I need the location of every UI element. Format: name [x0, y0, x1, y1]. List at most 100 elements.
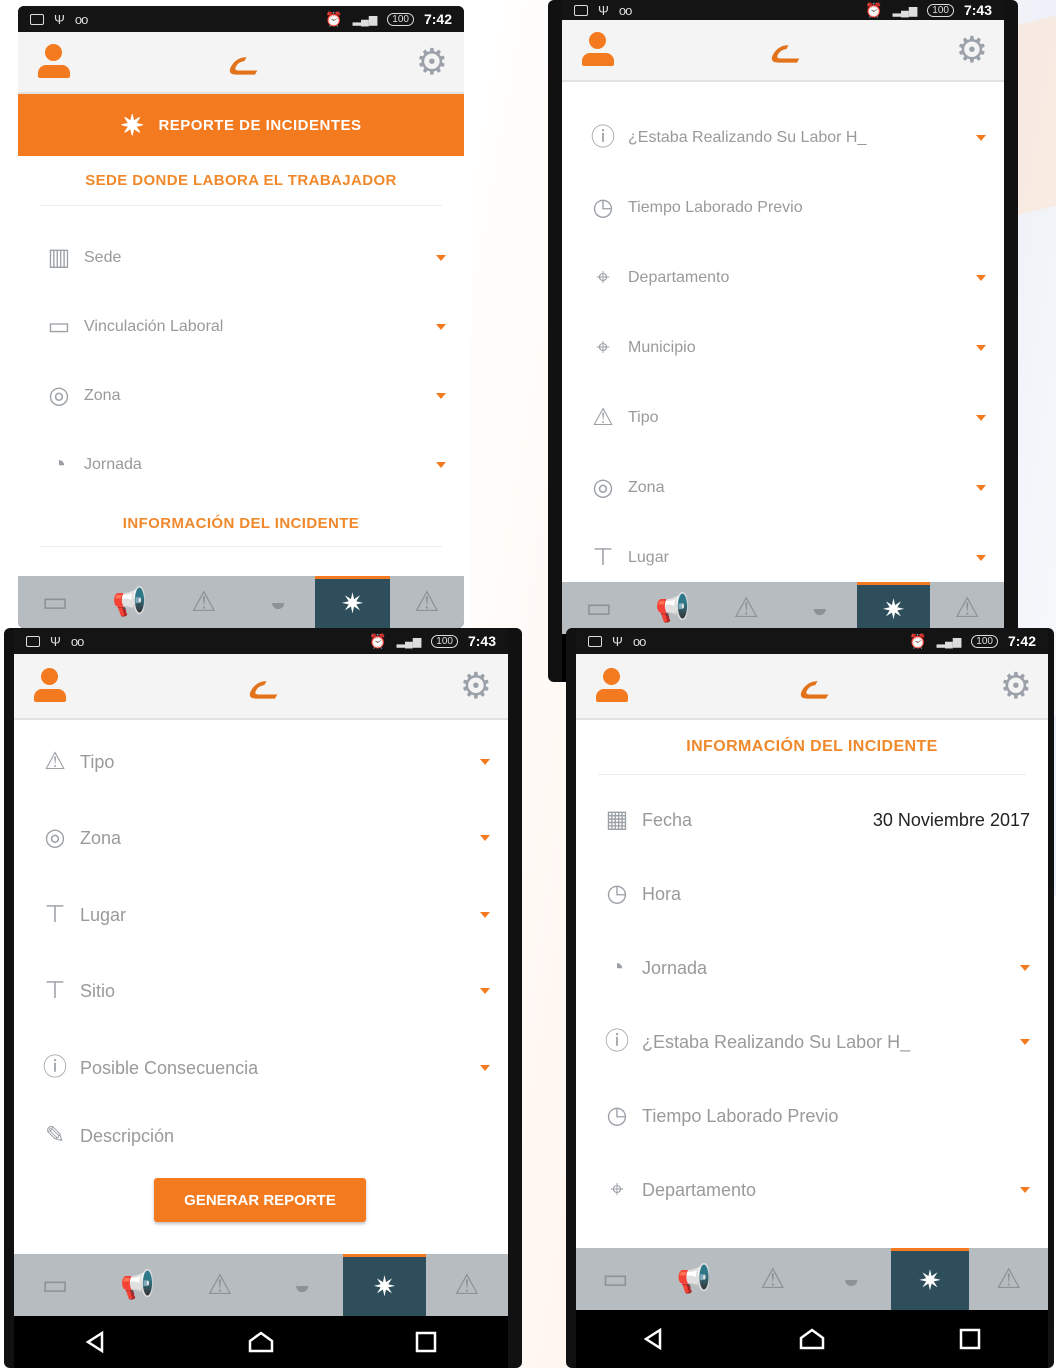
signal-icon: ▂▄▆ [352, 13, 378, 26]
fecha-field[interactable]: ▦ Fecha 30 Noviembre 2017 [598, 808, 1030, 832]
form-content: ✷ REPORTE DE INCIDENTES SEDE DONDE LABOR… [18, 94, 464, 576]
tipo-select[interactable]: ⚠ Tipo [36, 750, 490, 774]
field-label: Descripción [80, 1125, 175, 1146]
hazard-tab-icon[interactable]: ⚠ [179, 1254, 261, 1316]
dropdown-caret-icon [436, 393, 446, 399]
question-icon: ⓘ [605, 1028, 629, 1055]
lugar-select[interactable]: ⊤ Lugar [36, 903, 490, 927]
sede-select[interactable]: ▥ Sede [40, 246, 446, 270]
section-title: INFORMACIÓN DEL INCIDENTE [686, 738, 938, 755]
incident-icon: ✷ [120, 109, 145, 141]
incident-tab-icon[interactable]: ✷ [890, 1248, 970, 1310]
tiempo-previo-field[interactable]: ◷ Tiempo Laborado Previo [584, 196, 986, 220]
jornada-select[interactable]: ◔ Jornada [40, 453, 446, 477]
consecuencia-select[interactable]: ⓘ Posible Consecuencia [36, 1056, 490, 1080]
home-icon[interactable] [798, 1327, 826, 1351]
chat-tab-icon[interactable]: ▭ [562, 582, 636, 634]
battery-icon: 100 [971, 634, 998, 648]
gear-icon[interactable]: ⚙ [1000, 668, 1032, 704]
departamento-select[interactable]: ⌖ Departamento [584, 266, 986, 290]
dropdown-caret-icon [436, 462, 446, 468]
alert-tab-icon[interactable]: ⚠ [390, 576, 464, 628]
gear-icon[interactable]: ⚙ [460, 668, 492, 704]
app-header: ᓚ ⚙ [14, 654, 508, 720]
zona-select[interactable]: ◎ Zona [40, 384, 446, 408]
android-navbar [576, 1310, 1048, 1368]
incident-tab-icon[interactable]: ✷ [315, 576, 390, 628]
incident-tab-icon[interactable]: ✷ [343, 1254, 426, 1316]
back-icon[interactable] [84, 1330, 108, 1354]
descripcion-input[interactable]: ✎ Descripción [36, 1124, 490, 1148]
field-label: Zona [80, 827, 122, 848]
bottom-tabbar: ▭ 📢 ⚠ ◒ ✷ ⚠ [14, 1254, 508, 1316]
recents-icon[interactable] [958, 1327, 982, 1351]
banner-title: REPORTE DE INCIDENTES [158, 116, 362, 134]
building-icon: ▥ [47, 244, 71, 271]
chat-tab-icon[interactable]: ▭ [576, 1248, 655, 1310]
megaphone-tab-icon[interactable]: 📢 [655, 1248, 734, 1310]
field-label: ¿Estaba Realizando Su Labor H_ [628, 129, 867, 146]
screenshot-icon [26, 635, 40, 647]
divider [40, 546, 442, 547]
clock-icon: ◷ [592, 194, 614, 221]
field-label: Jornada [84, 456, 142, 473]
user-icon[interactable] [578, 32, 618, 68]
field-label: ¿Estaba Realizando Su Labor H_ [642, 1031, 911, 1052]
battery-icon: 100 [927, 3, 954, 17]
user-icon[interactable] [592, 668, 632, 704]
calendar-icon: ▦ [605, 806, 629, 833]
zona-select[interactable]: ◎ Zona [36, 826, 490, 850]
field-label: Zona [628, 479, 665, 496]
vinculacion-select[interactable]: ▭ Vinculación Laboral [40, 315, 446, 339]
helmet-tab-icon[interactable]: ◒ [241, 576, 315, 628]
incident-tab-icon[interactable]: ✷ [856, 582, 931, 634]
chat-tab-icon[interactable]: ▭ [18, 576, 92, 628]
alert-tab-icon[interactable]: ⚠ [930, 582, 1004, 634]
alert-tab-icon[interactable]: ⚠ [426, 1254, 508, 1316]
dropdown-caret-icon [976, 345, 986, 351]
field-label: Lugar [628, 549, 669, 566]
labor-habitual-select[interactable]: ⓘ ¿Estaba Realizando Su Labor H_ [584, 126, 986, 150]
home-icon[interactable] [247, 1330, 275, 1354]
screenshot-icon [574, 4, 588, 16]
labor-habitual-select[interactable]: ⓘ ¿Estaba Realizando Su Labor H_ [598, 1030, 1030, 1054]
alert-tab-icon[interactable]: ⚠ [969, 1248, 1048, 1310]
clock-icon: ◷ [606, 880, 628, 907]
sitio-select[interactable]: ⊤ Sitio [36, 979, 490, 1003]
report-banner: ✷ REPORTE DE INCIDENTES [18, 94, 464, 156]
signal-icon: ▂▄▆ [892, 4, 918, 17]
location-pin-icon: ◎ [48, 382, 70, 409]
recents-icon[interactable] [414, 1330, 438, 1354]
helmet-tab-icon[interactable]: ◒ [261, 1254, 343, 1316]
gear-icon[interactable]: ⚙ [956, 32, 988, 68]
hora-field[interactable]: ◷ Hora [598, 882, 1030, 906]
status-bar: Ψoo ⏰ ▂▄▆ 100 7:43 [562, 0, 1004, 20]
departamento-select[interactable]: ⌖ Departamento [598, 1178, 1030, 1202]
user-icon[interactable] [34, 44, 74, 80]
back-icon[interactable] [642, 1327, 666, 1351]
field-label: Sede [84, 249, 122, 266]
zona-select[interactable]: ◎ Zona [584, 476, 986, 500]
section-title: SEDE DONDE LABORA EL TRABAJADOR [85, 172, 397, 189]
helmet-tab-icon[interactable]: ◒ [783, 582, 857, 634]
hazard-tab-icon[interactable]: ⚠ [167, 576, 241, 628]
antenna-icon: Ψ [54, 11, 65, 27]
jornada-select[interactable]: ◔ Jornada [598, 956, 1030, 980]
tiempo-previo-field[interactable]: ◷ Tiempo Laborado Previo [598, 1104, 1030, 1128]
hazard-tab-icon[interactable]: ⚠ [733, 1248, 812, 1310]
dropdown-caret-icon [436, 255, 446, 261]
hazard-tab-icon[interactable]: ⚠ [709, 582, 783, 634]
municipio-select[interactable]: ⌖ Municipio [584, 336, 986, 360]
megaphone-tab-icon[interactable]: 📢 [636, 582, 710, 634]
lugar-select[interactable]: ⊤ Lugar [584, 546, 986, 570]
gear-icon[interactable]: ⚙ [416, 44, 448, 80]
megaphone-tab-icon[interactable]: 📢 [92, 576, 166, 628]
tipo-select[interactable]: ⚠ Tipo [584, 406, 986, 430]
dropdown-caret-icon [976, 415, 986, 421]
helmet-tab-icon[interactable]: ◒ [812, 1248, 891, 1310]
chat-tab-icon[interactable]: ▭ [14, 1254, 96, 1316]
form-content: ⓘ ¿Estaba Realizando Su Labor H_ ◷ Tiempo … [562, 82, 1004, 582]
megaphone-tab-icon[interactable]: 📢 [96, 1254, 178, 1316]
generar-reporte-button[interactable]: GENERAR REPORTE [154, 1178, 366, 1222]
user-icon[interactable] [30, 668, 70, 704]
